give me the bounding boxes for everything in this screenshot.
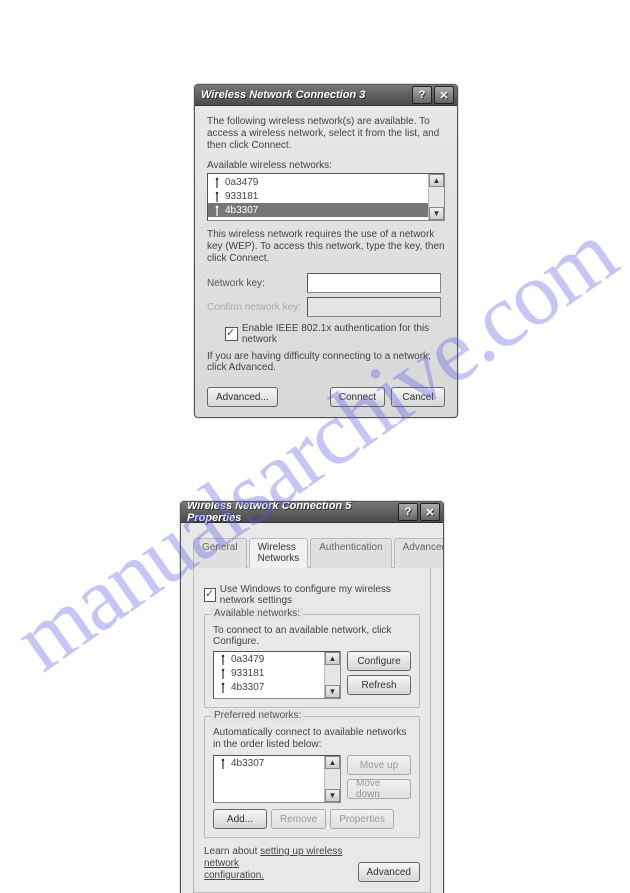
- list-item[interactable]: 933181: [208, 189, 444, 203]
- tab-advanced[interactable]: Advanced: [394, 538, 444, 568]
- preferred-hint: Automatically connect to available netwo…: [213, 727, 411, 751]
- properties-button[interactable]: Properties: [330, 809, 394, 829]
- scroll-down-icon[interactable]: ▼: [325, 789, 340, 802]
- list-item-label: 0a3479: [225, 177, 258, 188]
- preferred-networks-group: Preferred networks: Automatically connec…: [204, 716, 420, 838]
- list-item[interactable]: 4b3307: [208, 203, 444, 217]
- network-icon: [218, 682, 227, 693]
- network-icon: [212, 205, 221, 216]
- titlebar: Wireless Network Connection 3 ? ✕: [195, 85, 457, 106]
- move-down-button[interactable]: Move down: [347, 779, 411, 799]
- scrollbar[interactable]: ▲ ▼: [324, 756, 340, 802]
- list-item-label: 0a3479: [231, 654, 264, 665]
- scroll-down-icon[interactable]: ▼: [429, 207, 444, 220]
- available-legend: Available networks:: [211, 608, 303, 619]
- list-item[interactable]: 4b3307: [214, 756, 340, 770]
- list-item-label: 4b3307: [225, 205, 258, 216]
- scroll-up-icon[interactable]: ▲: [325, 756, 340, 769]
- list-item-label: 4b3307: [231, 682, 264, 693]
- confirm-key-label: Confirm network key:: [207, 302, 307, 313]
- network-icon: [218, 668, 227, 679]
- network-icon: [212, 191, 221, 202]
- tab-general[interactable]: General: [193, 538, 247, 568]
- ieee-checkbox[interactable]: [225, 327, 238, 341]
- network-icon: [218, 654, 227, 665]
- intro-text: The following wireless network(s) are av…: [207, 116, 445, 152]
- available-networks-label: Available wireless networks:: [207, 160, 445, 171]
- close-button[interactable]: ✕: [434, 86, 454, 104]
- difficulty-text: If you are having difficulty connecting …: [207, 351, 445, 373]
- wireless-connect-dialog: Wireless Network Connection 3 ? ✕ The fo…: [194, 84, 458, 418]
- preferred-legend: Preferred networks:: [211, 710, 304, 721]
- use-windows-label: Use Windows to configure my wireless net…: [220, 584, 420, 606]
- list-item[interactable]: 0a3479: [214, 652, 340, 666]
- dialog-title: Wireless Network Connection 5 Properties: [187, 501, 396, 524]
- tab-authentication[interactable]: Authentication: [310, 538, 391, 568]
- advanced-button[interactable]: Advanced: [358, 862, 420, 882]
- list-item-label: 933181: [225, 191, 258, 202]
- titlebar: Wireless Network Connection 5 Properties…: [181, 502, 443, 523]
- wep-text: This wireless network requires the use o…: [207, 229, 445, 265]
- list-item[interactable]: 0a3479: [208, 175, 444, 189]
- scroll-up-icon[interactable]: ▲: [429, 174, 444, 187]
- available-networks-list[interactable]: 0a3479 933181 4b3307 ▲ ▼: [207, 173, 445, 221]
- learn-link[interactable]: configuration.: [204, 870, 264, 881]
- network-icon: [218, 758, 227, 769]
- available-hint: To connect to an available network, clic…: [213, 625, 411, 647]
- dialog-title: Wireless Network Connection 3: [201, 89, 410, 101]
- network-key-label: Network key:: [207, 278, 307, 289]
- list-item[interactable]: 4b3307: [214, 680, 340, 694]
- use-windows-checkbox[interactable]: [204, 588, 216, 602]
- tab-wireless-networks[interactable]: Wireless Networks: [249, 538, 309, 568]
- refresh-button[interactable]: Refresh: [347, 675, 411, 695]
- move-up-button[interactable]: Move up: [347, 755, 411, 775]
- help-button[interactable]: ?: [398, 503, 418, 521]
- list-item[interactable]: 933181: [214, 666, 340, 680]
- help-button[interactable]: ?: [412, 86, 432, 104]
- configure-button[interactable]: Configure: [347, 651, 411, 671]
- close-button[interactable]: ✕: [420, 503, 440, 521]
- tab-strip: General Wireless Networks Authentication…: [193, 537, 431, 568]
- add-button[interactable]: Add...: [213, 809, 267, 829]
- confirm-key-input[interactable]: [307, 297, 441, 317]
- available-networks-list[interactable]: 0a3479 933181 4b3307: [213, 651, 341, 699]
- advanced-button[interactable]: Advanced...: [207, 387, 278, 407]
- cancel-button[interactable]: Cancel: [391, 387, 445, 407]
- scrollbar[interactable]: ▲ ▼: [428, 174, 444, 220]
- list-item-label: 4b3307: [231, 758, 264, 769]
- remove-button[interactable]: Remove: [271, 809, 326, 829]
- network-icon: [212, 177, 221, 188]
- wireless-properties-dialog: Wireless Network Connection 5 Properties…: [180, 501, 444, 893]
- scroll-down-icon[interactable]: ▼: [325, 685, 340, 698]
- available-networks-group: Available networks: To connect to an ava…: [204, 614, 420, 708]
- list-item-label: 933181: [231, 668, 264, 679]
- connect-button[interactable]: Connect: [330, 387, 385, 407]
- network-key-input[interactable]: [307, 273, 441, 293]
- learn-prefix: Learn about: [204, 846, 260, 857]
- scrollbar[interactable]: ▲ ▼: [324, 652, 340, 698]
- preferred-networks-list[interactable]: 4b3307 ▲ ▼: [213, 755, 341, 803]
- ieee-checkbox-label: Enable IEEE 802.1x authentication for th…: [242, 323, 445, 345]
- scroll-up-icon[interactable]: ▲: [325, 652, 340, 665]
